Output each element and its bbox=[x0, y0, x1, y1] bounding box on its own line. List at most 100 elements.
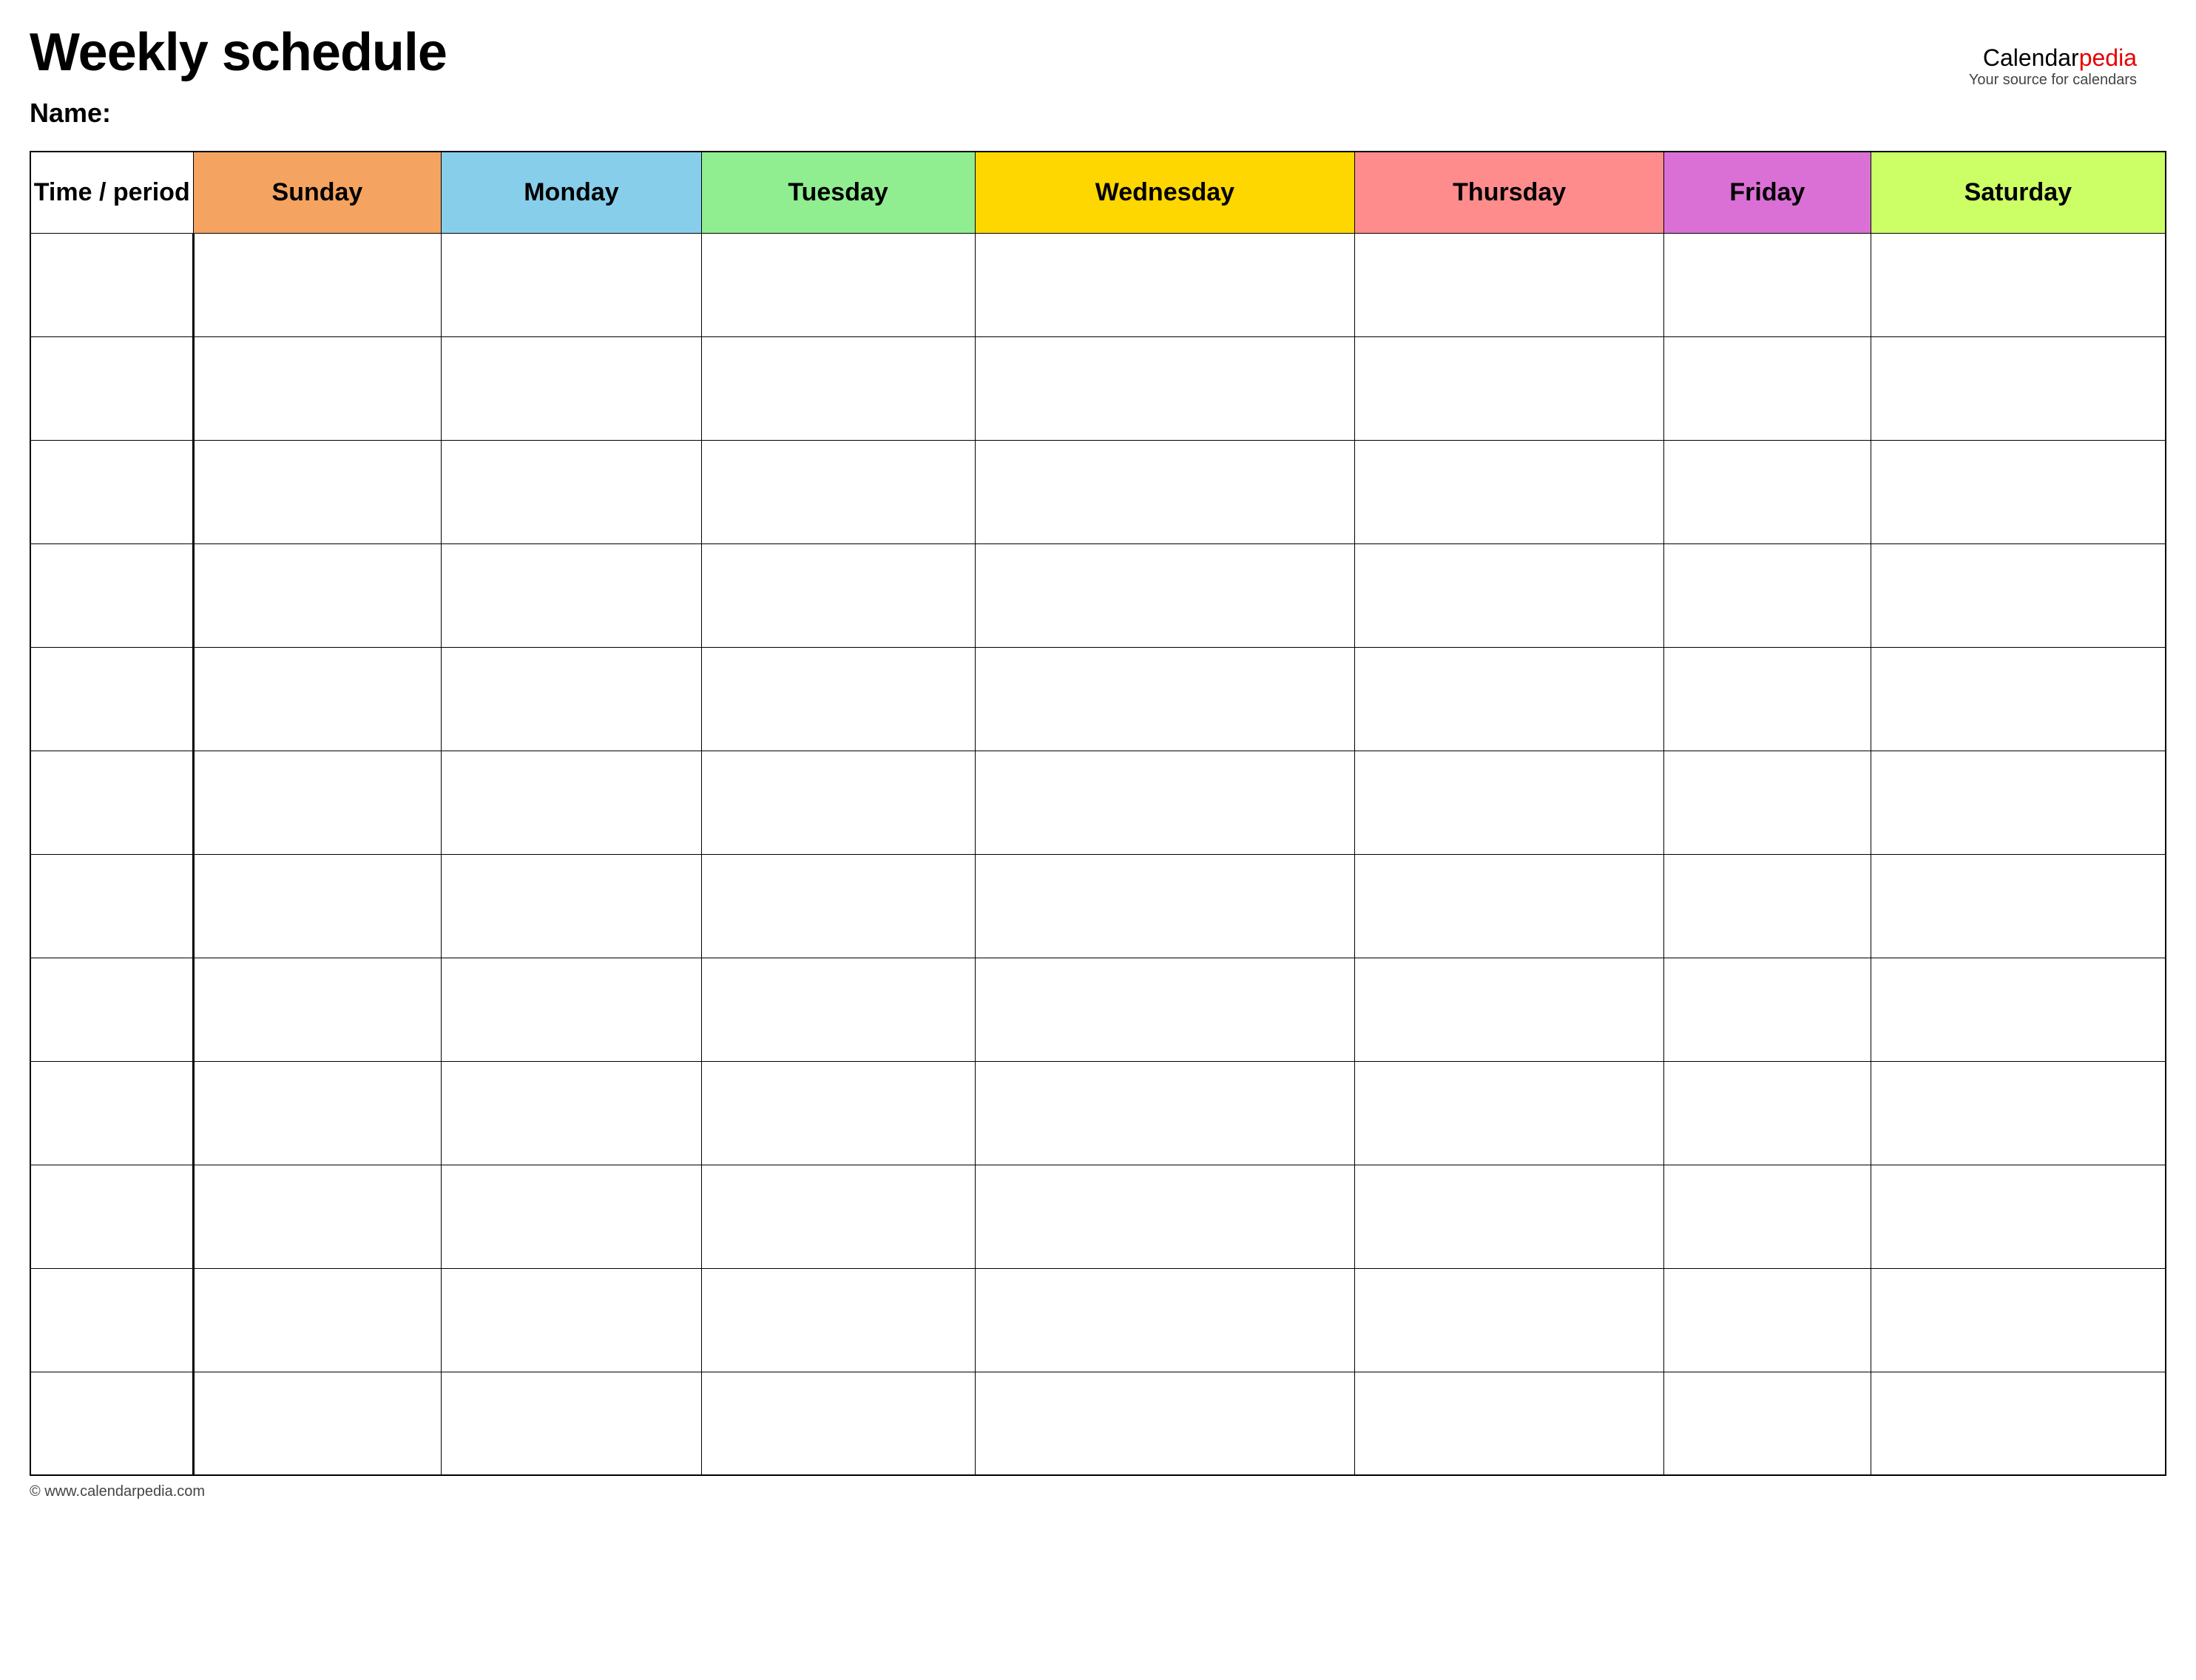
schedule-cell[interactable] bbox=[1871, 543, 2166, 647]
schedule-cell[interactable] bbox=[193, 1165, 442, 1268]
table-row bbox=[30, 233, 2166, 336]
schedule-cell[interactable] bbox=[975, 1268, 1355, 1372]
schedule-cell[interactable] bbox=[442, 440, 701, 543]
schedule-cell[interactable] bbox=[1664, 1165, 1871, 1268]
schedule-cell[interactable] bbox=[701, 751, 975, 854]
schedule-cell[interactable] bbox=[1871, 751, 2166, 854]
schedule-cell[interactable] bbox=[701, 543, 975, 647]
schedule-cell[interactable] bbox=[193, 233, 442, 336]
schedule-cell[interactable] bbox=[442, 1165, 701, 1268]
schedule-cell[interactable] bbox=[193, 543, 442, 647]
schedule-cell[interactable] bbox=[193, 336, 442, 440]
schedule-cell[interactable] bbox=[701, 233, 975, 336]
schedule-cell[interactable] bbox=[1871, 958, 2166, 1061]
time-cell[interactable] bbox=[30, 543, 193, 647]
schedule-cell[interactable] bbox=[975, 751, 1355, 854]
time-cell[interactable] bbox=[30, 751, 193, 854]
schedule-cell[interactable] bbox=[1664, 647, 1871, 751]
schedule-cell[interactable] bbox=[1355, 543, 1664, 647]
schedule-cell[interactable] bbox=[975, 1372, 1355, 1475]
schedule-cell[interactable] bbox=[442, 647, 701, 751]
schedule-cell[interactable] bbox=[975, 336, 1355, 440]
schedule-cell[interactable] bbox=[701, 440, 975, 543]
schedule-cell[interactable] bbox=[1355, 233, 1664, 336]
time-cell[interactable] bbox=[30, 440, 193, 543]
schedule-cell[interactable] bbox=[1871, 1061, 2166, 1165]
time-cell[interactable] bbox=[30, 854, 193, 958]
schedule-cell[interactable] bbox=[701, 1165, 975, 1268]
schedule-cell[interactable] bbox=[442, 1372, 701, 1475]
schedule-cell[interactable] bbox=[975, 647, 1355, 751]
schedule-cell[interactable] bbox=[1355, 1165, 1664, 1268]
schedule-cell[interactable] bbox=[975, 854, 1355, 958]
schedule-cell[interactable] bbox=[1664, 336, 1871, 440]
schedule-cell[interactable] bbox=[1871, 647, 2166, 751]
schedule-cell[interactable] bbox=[701, 336, 975, 440]
schedule-cell[interactable] bbox=[1871, 854, 2166, 958]
schedule-cell[interactable] bbox=[1355, 336, 1664, 440]
time-cell[interactable] bbox=[30, 1165, 193, 1268]
schedule-cell[interactable] bbox=[975, 958, 1355, 1061]
schedule-cell[interactable] bbox=[1871, 440, 2166, 543]
schedule-cell[interactable] bbox=[1355, 854, 1664, 958]
time-cell[interactable] bbox=[30, 336, 193, 440]
schedule-cell[interactable] bbox=[1664, 958, 1871, 1061]
schedule-cell[interactable] bbox=[1355, 1372, 1664, 1475]
schedule-cell[interactable] bbox=[193, 854, 442, 958]
schedule-cell[interactable] bbox=[193, 1268, 442, 1372]
schedule-cell[interactable] bbox=[701, 1372, 975, 1475]
time-cell[interactable] bbox=[30, 958, 193, 1061]
schedule-cell[interactable] bbox=[442, 1268, 701, 1372]
schedule-cell[interactable] bbox=[1664, 440, 1871, 543]
schedule-cell[interactable] bbox=[975, 440, 1355, 543]
schedule-cell[interactable] bbox=[1871, 336, 2166, 440]
time-cell[interactable] bbox=[30, 647, 193, 751]
schedule-cell[interactable] bbox=[1871, 1268, 2166, 1372]
col-header-tuesday: Tuesday bbox=[701, 152, 975, 233]
schedule-cell[interactable] bbox=[1355, 440, 1664, 543]
schedule-cell[interactable] bbox=[1664, 233, 1871, 336]
schedule-cell[interactable] bbox=[193, 647, 442, 751]
time-cell[interactable] bbox=[30, 1061, 193, 1165]
schedule-cell[interactable] bbox=[1664, 854, 1871, 958]
schedule-cell[interactable] bbox=[1355, 958, 1664, 1061]
schedule-cell[interactable] bbox=[1871, 1165, 2166, 1268]
schedule-cell[interactable] bbox=[442, 958, 701, 1061]
schedule-cell[interactable] bbox=[193, 440, 442, 543]
schedule-cell[interactable] bbox=[1664, 543, 1871, 647]
schedule-cell[interactable] bbox=[701, 1061, 975, 1165]
schedule-cell[interactable] bbox=[975, 1165, 1355, 1268]
schedule-cell[interactable] bbox=[1664, 1372, 1871, 1475]
time-cell[interactable] bbox=[30, 233, 193, 336]
time-cell[interactable] bbox=[30, 1268, 193, 1372]
table-row bbox=[30, 958, 2166, 1061]
schedule-cell[interactable] bbox=[701, 854, 975, 958]
schedule-cell[interactable] bbox=[1871, 1372, 2166, 1475]
time-cell[interactable] bbox=[30, 1372, 193, 1475]
schedule-cell[interactable] bbox=[1664, 1061, 1871, 1165]
schedule-cell[interactable] bbox=[1355, 751, 1664, 854]
schedule-cell[interactable] bbox=[442, 854, 701, 958]
schedule-cell[interactable] bbox=[442, 1061, 701, 1165]
schedule-cell[interactable] bbox=[1355, 1268, 1664, 1372]
schedule-cell[interactable] bbox=[442, 751, 701, 854]
schedule-cell[interactable] bbox=[701, 958, 975, 1061]
schedule-cell[interactable] bbox=[1664, 751, 1871, 854]
schedule-cell[interactable] bbox=[1355, 647, 1664, 751]
schedule-cell[interactable] bbox=[193, 958, 442, 1061]
schedule-cell[interactable] bbox=[193, 1372, 442, 1475]
schedule-cell[interactable] bbox=[1664, 1268, 1871, 1372]
schedule-cell[interactable] bbox=[701, 1268, 975, 1372]
schedule-cell[interactable] bbox=[193, 1061, 442, 1165]
schedule-cell[interactable] bbox=[1871, 233, 2166, 336]
schedule-cell[interactable] bbox=[442, 233, 701, 336]
schedule-cell[interactable] bbox=[975, 233, 1355, 336]
schedule-cell[interactable] bbox=[975, 543, 1355, 647]
schedule-cell[interactable] bbox=[1355, 1061, 1664, 1165]
schedule-cell[interactable] bbox=[193, 751, 442, 854]
schedule-cell[interactable] bbox=[442, 336, 701, 440]
schedule-cell[interactable] bbox=[975, 1061, 1355, 1165]
schedule-cell[interactable] bbox=[442, 543, 701, 647]
schedule-cell[interactable] bbox=[701, 647, 975, 751]
col-header-thursday: Thursday bbox=[1355, 152, 1664, 233]
